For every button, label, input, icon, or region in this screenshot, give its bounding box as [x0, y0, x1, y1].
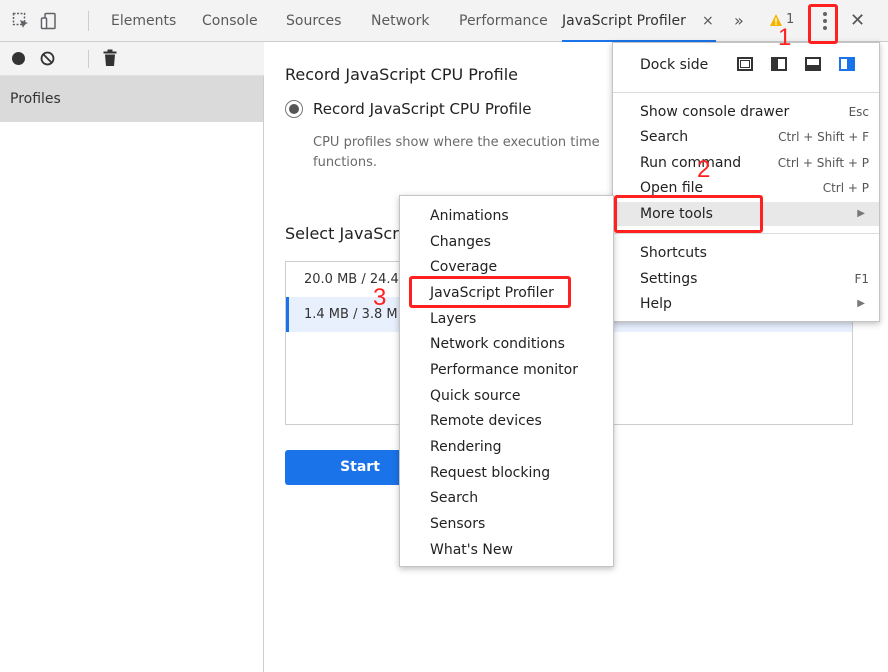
submenu-item-animations[interactable]: Animations [400, 203, 613, 229]
submenu-arrow-icon: ▶ [857, 298, 865, 309]
dock-left-icon[interactable] [771, 57, 787, 71]
dock-side-label: Dock side [640, 57, 709, 73]
menu-item-shortcut: Ctrl + P [822, 181, 869, 195]
menu-item-label: Search [640, 129, 689, 145]
description-line: CPU profiles show where the execution ti… [313, 135, 600, 150]
menu-item-shortcuts[interactable]: Shortcuts [613, 241, 879, 265]
menu-item-run-command[interactable]: Run command Ctrl + Shift + P [613, 151, 879, 175]
trash-icon[interactable] [103, 49, 117, 67]
submenu-item-quick-source[interactable]: Quick source [400, 383, 613, 409]
clear-all-profiles-icon[interactable] [40, 51, 55, 66]
sidebar-item-profiles[interactable]: Profiles [0, 76, 263, 122]
submenu-item-changes[interactable]: Changes [400, 229, 613, 255]
record-cpu-profile-radio[interactable] [285, 100, 303, 118]
menu-item-help[interactable]: Help ▶ [613, 292, 879, 316]
menu-item-label: Run command [640, 155, 742, 171]
menu-item-shortcut: Esc [848, 105, 869, 119]
profile-description: CPU profiles show where the execution ti… [313, 133, 613, 173]
menu-item-label: Settings [640, 271, 698, 287]
submenu-item-network-conditions[interactable]: Network conditions [400, 331, 613, 357]
profiler-toolbar [0, 42, 264, 76]
record-icon[interactable] [12, 52, 25, 65]
annotation-highlight-javascript-profiler [409, 276, 571, 308]
menu-item-label: Help [640, 296, 672, 312]
tab-performance[interactable]: Performance [459, 0, 548, 42]
annotation-step-3: 3 [373, 284, 387, 311]
annotation-step-2: 2 [697, 156, 711, 183]
inspect-element-icon[interactable] [10, 10, 32, 32]
menu-item-dock-side: Dock side [613, 53, 879, 77]
tab-close-icon[interactable]: × [702, 0, 714, 42]
menu-item-label: Shortcuts [640, 245, 707, 261]
dock-side-options [737, 57, 855, 71]
toolbar-divider [88, 11, 89, 31]
description-line: functions. [313, 155, 378, 170]
submenu-item-performance-monitor[interactable]: Performance monitor [400, 357, 613, 383]
menu-item-shortcut: Ctrl + Shift + F [778, 130, 869, 144]
record-cpu-profile-label[interactable]: Record JavaScript CPU Profile [313, 100, 531, 118]
record-heading: Record JavaScript CPU Profile [285, 65, 519, 84]
submenu-arrow-icon: ▶ [857, 208, 865, 219]
menu-divider [613, 233, 879, 234]
devtools-tab-bar: Elements Console Sources Network Perform… [0, 0, 888, 42]
menu-item-search[interactable]: Search Ctrl + Shift + F [613, 125, 879, 149]
menu-item-shortcut: F1 [854, 272, 869, 286]
menu-item-settings[interactable]: Settings F1 [613, 267, 879, 291]
menu-divider [613, 92, 879, 93]
menu-item-shortcut: Ctrl + Shift + P [777, 156, 869, 170]
tab-javascript-profiler-label: JavaScript Profiler [562, 13, 686, 29]
annotation-highlight-kebab [808, 4, 838, 44]
submenu-item-search[interactable]: Search [400, 485, 613, 511]
submenu-item-request-blocking[interactable]: Request blocking [400, 460, 613, 486]
toolbar-divider [88, 50, 89, 68]
device-toolbar-icon[interactable] [38, 10, 60, 32]
profiles-sidebar: Profiles [0, 42, 264, 672]
submenu-item-sensors[interactable]: Sensors [400, 511, 613, 537]
menu-item-label: Show console drawer [640, 104, 790, 120]
tab-elements[interactable]: Elements [111, 0, 176, 42]
tab-network[interactable]: Network [371, 0, 429, 42]
more-tools-submenu: Animations Changes Coverage JavaScript P… [399, 195, 614, 567]
tab-javascript-profiler[interactable]: JavaScript Profiler [562, 0, 716, 42]
more-tabs-chevron-icon[interactable]: » [734, 0, 744, 42]
customize-menu: Dock side Show console drawer Esc Search… [612, 42, 880, 322]
menu-item-show-console-drawer[interactable]: Show console drawer Esc [613, 100, 879, 124]
tab-console[interactable]: Console [202, 0, 258, 42]
select-vm-heading: Select JavaScr [285, 224, 399, 243]
submenu-item-remote-devices[interactable]: Remote devices [400, 408, 613, 434]
undock-icon[interactable] [737, 57, 753, 71]
tab-sources[interactable]: Sources [286, 0, 341, 42]
dock-bottom-icon[interactable] [805, 57, 821, 71]
dock-right-icon[interactable] [839, 57, 855, 71]
submenu-item-layers[interactable]: Layers [400, 306, 613, 332]
close-devtools-icon[interactable]: ✕ [850, 0, 865, 42]
submenu-item-rendering[interactable]: Rendering [400, 434, 613, 460]
submenu-item-whats-new[interactable]: What's New [400, 537, 613, 563]
annotation-step-1: 1 [778, 24, 792, 51]
annotation-highlight-more-tools [614, 195, 763, 233]
